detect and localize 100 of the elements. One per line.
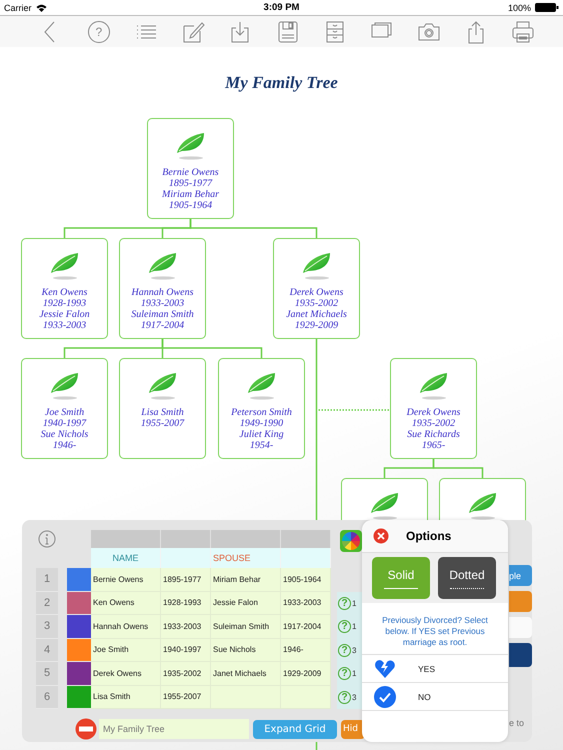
edit-icon[interactable] xyxy=(181,20,206,44)
life-dates: 1905-1964 xyxy=(168,200,212,211)
title-field[interactable]: My Family Tree xyxy=(99,719,249,739)
table-cell: 3 xyxy=(352,692,356,702)
color-swatch[interactable] xyxy=(67,662,91,686)
column-header: SPOUSE xyxy=(211,548,281,568)
table-cell: 1917-2004 xyxy=(281,615,331,638)
color-swatch[interactable] xyxy=(67,615,91,638)
table-cell: 1935-2002 xyxy=(161,662,211,686)
color-swatch[interactable] xyxy=(67,686,91,709)
life-dates: 1933-2003 xyxy=(42,320,86,331)
life-dates: 1935-2002 xyxy=(294,298,338,309)
life-dates: 1928-1993 xyxy=(42,298,86,309)
carrier-name: Carrier xyxy=(4,2,32,12)
table-cell: 3 xyxy=(352,646,356,655)
battery-percent: 100% xyxy=(508,2,531,12)
broken-heart-icon xyxy=(374,658,396,680)
person-name: Derek Owens xyxy=(406,407,460,418)
popover-title: Options xyxy=(406,529,452,543)
color-wheel-icon[interactable] xyxy=(340,530,362,552)
person-card[interactable]: Derek Owens 1935-2002 Sue Richards 1965- xyxy=(390,358,477,459)
person-card[interactable]: Peterson Smith 1949-1990 Juliet King 1954- xyxy=(218,358,305,459)
person-card[interactable]: Hannah Owens 1933-2003 Suleiman Smith 1917-2004 xyxy=(119,238,206,339)
hint-text: e to xyxy=(509,718,526,728)
close-icon[interactable] xyxy=(373,528,389,544)
person-name: Suleiman Smith xyxy=(131,309,194,320)
color-swatch[interactable] xyxy=(67,592,91,615)
person-card[interactable]: Ken Owens 1928-1993 Jessie Falon 1933-2003 xyxy=(21,238,108,339)
table-cell: Lisa Smith xyxy=(91,686,161,709)
battery-icon xyxy=(535,3,559,12)
table-cell: Miriam Behar xyxy=(211,568,281,592)
table-cell: 1 xyxy=(352,669,356,678)
table-cell: Hannah Owens xyxy=(91,615,161,638)
person-name: Joe Smith xyxy=(44,407,84,418)
column-header xyxy=(91,530,161,548)
line-style-button[interactable]: Dotted xyxy=(438,557,496,599)
table-cell: Suleiman Smith xyxy=(211,615,281,638)
table-cell: 1946- xyxy=(281,638,331,662)
clock-time: 3:09 PM xyxy=(264,2,300,13)
column-header xyxy=(281,548,331,568)
color-swatch[interactable] xyxy=(67,568,91,592)
life-dates: 1933-2003 xyxy=(140,298,184,309)
table-cell: 1933-2003 xyxy=(161,615,211,638)
table-cell: Ken Owens xyxy=(91,592,161,615)
column-header xyxy=(211,530,281,548)
row-number: 3 xyxy=(36,615,58,638)
table-cell: 1905-1964 xyxy=(281,568,331,592)
person-card[interactable]: Joe Smith 1940-1997 Sue Nichols 1946- xyxy=(21,358,108,459)
no-entry-icon[interactable] xyxy=(75,718,97,740)
info-icon[interactable] xyxy=(38,530,56,548)
column-header xyxy=(281,530,331,548)
life-dates: 1940-1997 xyxy=(42,418,86,429)
wifi-icon xyxy=(36,4,47,12)
person-name: Derek Owens xyxy=(290,287,344,298)
checkmark-icon xyxy=(374,686,396,708)
person-card[interactable]: Lisa Smith 1955-2007 xyxy=(119,358,206,459)
table-cell: Janet Michaels xyxy=(211,662,281,686)
life-dates: 1917-2004 xyxy=(140,320,184,331)
color-swatch[interactable] xyxy=(67,638,91,662)
person-name: Peterson Smith xyxy=(231,407,292,418)
person-name: Juliet King xyxy=(239,429,284,440)
table-cell: 1 xyxy=(352,598,356,608)
table-cell: 1 xyxy=(352,622,356,632)
tree-title: My Family Tree xyxy=(224,73,339,93)
column-header xyxy=(161,530,211,548)
row-number: 6 xyxy=(36,686,58,709)
printer-icon[interactable] xyxy=(511,20,536,44)
life-dates: 1955-2007 xyxy=(140,418,184,429)
input-field[interactable] xyxy=(509,617,532,638)
row-number: 4 xyxy=(36,638,58,662)
table-cell: Sue Nichols xyxy=(211,638,281,662)
row-number: 1 xyxy=(36,568,58,592)
life-dates: 1895-1977 xyxy=(168,178,212,189)
table-cell: Derek Owens xyxy=(91,662,161,686)
table-cell: Joe Smith xyxy=(91,638,161,662)
person-name: Hannah Owens xyxy=(132,287,194,298)
person-name: Bernie Owens xyxy=(162,167,219,178)
choice-option[interactable]: YES xyxy=(418,664,436,674)
table-cell: 1895-1977 xyxy=(161,568,211,592)
table-cell: 1928-1993 xyxy=(161,592,211,615)
life-dates: 1935-2002 xyxy=(412,418,456,429)
table-cell: 1929-2009 xyxy=(281,662,331,686)
choice-option[interactable]: NO xyxy=(418,692,431,702)
life-dates: 1954- xyxy=(250,440,274,451)
row-number: 2 xyxy=(36,592,58,615)
person-name: Lisa Smith xyxy=(141,407,184,418)
person-name: Ken Owens xyxy=(42,287,88,298)
person-name: Miriam Behar xyxy=(162,189,219,200)
life-dates: 1965- xyxy=(422,440,446,451)
table-cell: Jessie Falon xyxy=(211,592,281,615)
person-name: Sue Nichols xyxy=(40,429,88,440)
instruction-text: Previously Divorced? Select below. If YES set Previous marriage as root. xyxy=(362,603,508,655)
person-card[interactable]: Bernie Owens 1895-1977 Miriam Behar 1905-1964 xyxy=(147,118,234,219)
life-dates: 1929-2009 xyxy=(294,320,338,331)
person-card[interactable]: Derek Owens 1935-2002 Janet Michaels 1929-2009 xyxy=(273,238,360,339)
life-dates: 1946- xyxy=(52,440,76,451)
table-cell: 1940-1997 xyxy=(161,638,211,662)
table-cell: Bernie Owens xyxy=(91,568,161,592)
table-cell: 1933-2003 xyxy=(281,592,331,615)
table-cell: 1955-2007 xyxy=(161,686,211,709)
